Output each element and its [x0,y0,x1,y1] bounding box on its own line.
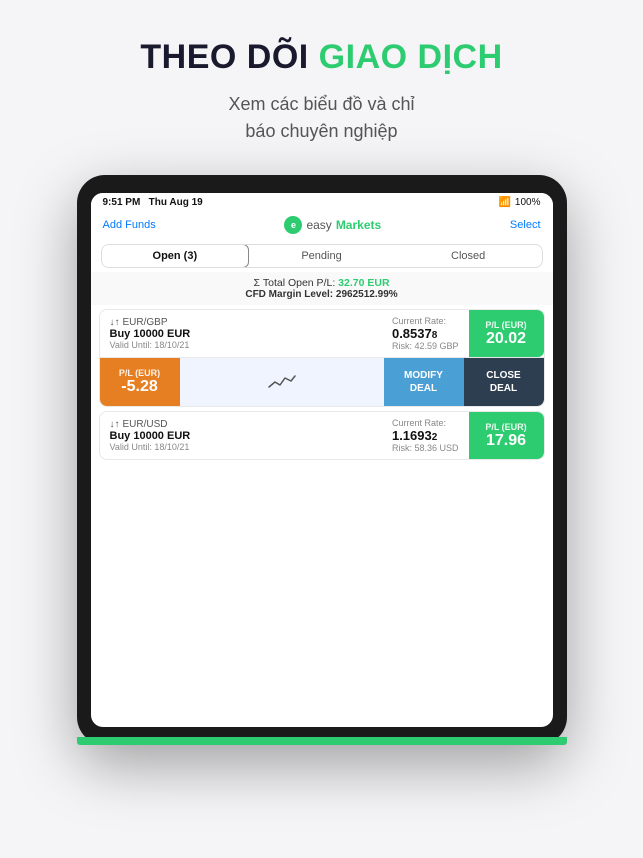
sigma-icon: Σ [253,277,260,289]
pnl-value-1: 20.02 [486,330,526,348]
easy-markets-logo-icon: e [284,216,302,234]
subtitle: Xem các biểu đồ và chỉ báo chuyên nghiệp [40,91,603,145]
select-link[interactable]: Select [510,219,541,231]
close-deal-button[interactable]: CLOSEDEAL [464,358,544,406]
wifi-icon: 📶 [498,197,510,208]
add-funds-link[interactable]: Add Funds [103,219,156,231]
trade-direction-icon-2: ↓↑ [110,419,120,430]
action-chart-button[interactable] [180,358,384,406]
expanded-pnl-value: -5.28 [121,378,157,396]
risk-value-2: Risk: 58.36 USD [392,443,459,453]
title-theo: THEO DÕI [140,38,308,76]
trade-rate-eur-usd: Current Rate: 1.16932 Risk: 58.36 USD [382,412,469,459]
tab-closed[interactable]: Closed [395,245,542,267]
pnl-box-eur-usd[interactable]: P/L (EUR) 17.96 [469,412,544,459]
status-bar: 9:51 PM Thu Aug 19 📶 100% [91,193,553,212]
tabs-row: Open (3) Pending Closed [101,244,543,268]
total-pl-value: 32.70 EUR [338,277,389,289]
status-time: 9:51 PM Thu Aug 19 [103,197,203,208]
title-giao-dich: GIAO DỊCH [319,38,503,76]
trade-row-eur-usd: ↓↑ EUR/USD Buy 10000 EUR Valid Until: 18… [99,411,545,460]
trade-amount-eur-gbp: Buy 10000 EUR [110,328,372,340]
trade-actions-eur-gbp: P/L (EUR) -5.28 MODIFYDEAL CLOSEDEAL [100,357,544,406]
logo-markets-text: Markets [336,218,381,232]
trade-amount-eur-usd: Buy 10000 EUR [110,430,372,442]
logo-easy-text: easy [306,218,331,232]
current-rate-label-2: Current Rate: [392,418,459,428]
pnl-value-2: 17.96 [486,432,526,450]
trade-pair-eur-gbp: ↓↑ EUR/GBP [110,317,372,328]
modify-deal-button[interactable]: MODIFYDEAL [384,358,464,406]
trade-info-eur-gbp: ↓↑ EUR/GBP Buy 10000 EUR Valid Until: 18… [100,310,382,357]
trade-main-eur-usd: ↓↑ EUR/USD Buy 10000 EUR Valid Until: 18… [100,412,544,459]
trade-rate-eur-gbp: Current Rate: 0.85378 Risk: 42.59 GBP [382,310,469,357]
tab-pending[interactable]: Pending [248,245,395,267]
summary-bar: Σ Total Open P/L: 32.70 EUR CFD Margin L… [91,272,553,305]
chart-icon [267,372,297,392]
risk-value-1: Risk: 42.59 GBP [392,341,459,351]
trade-valid-eur-gbp: Valid Until: 18/10/21 [110,340,372,350]
main-title: THEO DÕI GIAO DỊCH [40,38,603,77]
current-rate-label-1: Current Rate: [392,316,459,326]
pnl-label-1: P/L (EUR) [485,320,526,330]
trade-direction-icon: ↓↑ [110,317,120,328]
expanded-pnl-label: P/L (EUR) [119,368,160,378]
rate-value-2: 1.16932 [392,428,459,443]
modify-deal-label: MODIFYDEAL [404,369,443,395]
rate-value-1: 0.85378 [392,326,459,341]
close-deal-label: CLOSEDEAL [486,369,520,395]
trade-main-eur-gbp: ↓↑ EUR/GBP Buy 10000 EUR Valid Until: 18… [100,310,544,357]
total-open-pl: Σ Total Open P/L: 32.70 EUR [101,277,543,289]
ipad-frame: 9:51 PM Thu Aug 19 📶 100% Add Funds e ea… [77,175,567,745]
trade-valid-eur-usd: Valid Until: 18/10/21 [110,442,372,452]
header-section: THEO DÕI GIAO DỊCH Xem các biểu đồ và ch… [0,0,643,165]
status-right: 📶 100% [498,197,540,208]
trade-pair-label-2: EUR/USD [123,419,168,430]
bottom-green-bar [77,737,567,745]
tab-open[interactable]: Open (3) [101,244,250,268]
ipad-screen: 9:51 PM Thu Aug 19 📶 100% Add Funds e ea… [91,193,553,727]
trade-info-eur-usd: ↓↑ EUR/USD Buy 10000 EUR Valid Until: 18… [100,412,382,459]
margin-level: CFD Margin Level: 2962512.99% [101,289,543,300]
trades-container: ↓↑ EUR/GBP Buy 10000 EUR Valid Until: 18… [91,305,553,727]
action-pnl-box[interactable]: P/L (EUR) -5.28 [100,358,180,406]
battery-icon: 100% [515,197,541,208]
pnl-box-eur-gbp[interactable]: P/L (EUR) 20.02 [469,310,544,357]
logo-area: e easy Markets [284,216,381,234]
trade-pair-eur-usd: ↓↑ EUR/USD [110,419,372,430]
trade-row-eur-gbp: ↓↑ EUR/GBP Buy 10000 EUR Valid Until: 18… [99,309,545,407]
pnl-label-2: P/L (EUR) [485,422,526,432]
trade-pair-label: EUR/GBP [123,317,168,328]
top-nav: Add Funds e easy Markets Select [91,212,553,240]
